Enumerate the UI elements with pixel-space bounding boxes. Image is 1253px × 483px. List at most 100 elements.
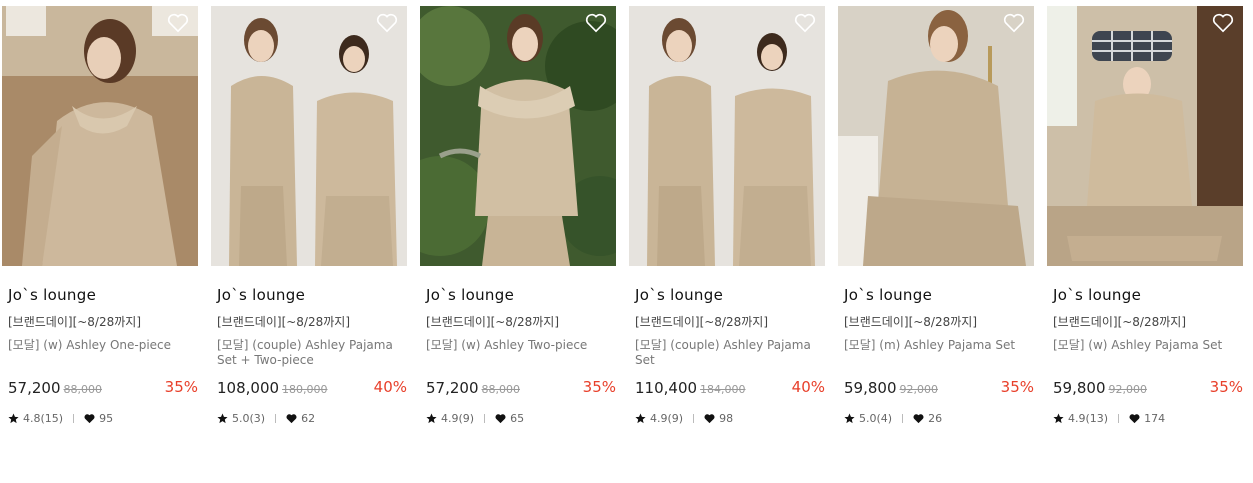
price-row: 57,200 88,000 35% xyxy=(426,378,616,397)
discount-rate: 35% xyxy=(1000,378,1034,396)
product-card[interactable]: Jo`s lounge [브랜드데이][~8/28까지] [모달] (w) As… xyxy=(420,6,616,425)
discount-rate: 35% xyxy=(1209,378,1243,396)
star-icon xyxy=(217,412,228,423)
brand-name[interactable]: Jo`s lounge xyxy=(844,286,1034,304)
original-price: 180,000 xyxy=(282,383,328,396)
promo-tag: [브랜드데이][~8/28까지] xyxy=(1053,315,1187,329)
wishlist-heart-icon[interactable] xyxy=(1003,13,1025,33)
discount-rate: 40% xyxy=(373,378,407,396)
rating-text: 4.9(9) xyxy=(441,411,475,425)
rating-text: 4.8(15) xyxy=(23,411,64,425)
product-photo[interactable] xyxy=(420,6,616,266)
product-grid: Jo`s lounge [브랜드데이][~8/28까지] [모달] (w) As… xyxy=(0,0,1253,483)
product-image[interactable] xyxy=(1047,6,1243,266)
review-meta: 5.0(4) 26 xyxy=(844,411,1034,425)
rating-text: 5.0(3) xyxy=(232,411,266,425)
original-price: 92,000 xyxy=(1108,383,1148,396)
likes-count: 65 xyxy=(510,411,525,425)
brand-name[interactable]: Jo`s lounge xyxy=(426,286,616,304)
heart-icon xyxy=(913,413,924,423)
heart-icon xyxy=(1129,413,1140,423)
rating-text: 4.9(13) xyxy=(1068,411,1109,425)
original-price: 88,000 xyxy=(481,383,521,396)
heart-icon xyxy=(286,413,297,423)
original-price: 184,000 xyxy=(700,383,746,396)
price-row: 110,400 184,000 40% xyxy=(635,378,825,397)
product-card[interactable]: Jo`s lounge [브랜드데이][~8/28까지] [모달] (coupl… xyxy=(629,6,825,425)
review-meta: 4.8(15) 95 xyxy=(8,411,198,425)
divider xyxy=(1118,413,1120,423)
product-card[interactable]: Jo`s lounge [브랜드데이][~8/28까지] [모달] (w) As… xyxy=(1047,6,1243,425)
wishlist-heart-icon[interactable] xyxy=(167,13,189,33)
rating-text: 4.9(9) xyxy=(650,411,684,425)
sale-price: 59,800 xyxy=(844,379,897,397)
discount-rate: 35% xyxy=(164,378,198,396)
product-image[interactable] xyxy=(420,6,616,266)
sale-price: 110,400 xyxy=(635,379,698,397)
product-card[interactable]: Jo`s lounge [브랜드데이][~8/28까지] [모달] (w) As… xyxy=(2,6,198,425)
divider xyxy=(73,413,75,423)
promo-tag: [브랜드데이][~8/28까지] xyxy=(844,315,978,329)
product-photo[interactable] xyxy=(211,6,407,266)
review-meta: 4.9(13) 174 xyxy=(1053,411,1243,425)
discount-rate: 35% xyxy=(582,378,616,396)
product-image[interactable] xyxy=(211,6,407,266)
heart-icon xyxy=(704,413,715,423)
product-name[interactable]: [모달] (w) Ashley One-piece xyxy=(8,338,198,368)
brand-name[interactable]: Jo`s lounge xyxy=(1053,286,1243,304)
likes-count: 26 xyxy=(928,411,943,425)
product-image[interactable] xyxy=(629,6,825,266)
likes-count: 174 xyxy=(1144,411,1166,425)
star-icon xyxy=(1053,412,1064,423)
price-row: 59,800 92,000 35% xyxy=(1053,378,1243,397)
star-icon xyxy=(8,412,19,423)
likes-count: 95 xyxy=(99,411,114,425)
wishlist-heart-icon[interactable] xyxy=(1212,13,1234,33)
product-image[interactable] xyxy=(2,6,198,266)
star-icon xyxy=(844,412,855,423)
promo-tag: [브랜드데이][~8/28까지] xyxy=(635,315,769,329)
star-icon xyxy=(635,412,646,423)
discount-rate: 40% xyxy=(791,378,825,396)
sale-price: 59,800 xyxy=(1053,379,1106,397)
divider xyxy=(693,413,695,423)
divider xyxy=(484,413,486,423)
brand-name[interactable]: Jo`s lounge xyxy=(8,286,198,304)
product-photo[interactable] xyxy=(2,6,198,266)
original-price: 92,000 xyxy=(899,383,939,396)
product-photo[interactable] xyxy=(838,6,1034,266)
product-card[interactable]: Jo`s lounge [브랜드데이][~8/28까지] [모달] (m) As… xyxy=(838,6,1034,425)
product-name[interactable]: [모달] (couple) Ashley Pajama Set + Two-pi… xyxy=(217,338,407,368)
product-image[interactable] xyxy=(838,6,1034,266)
divider xyxy=(275,413,277,423)
promo-tag: [브랜드데이][~8/28까지] xyxy=(217,315,351,329)
likes-count: 98 xyxy=(719,411,734,425)
review-meta: 4.9(9) 98 xyxy=(635,411,825,425)
promo-tag: [브랜드데이][~8/28까지] xyxy=(426,315,560,329)
likes-count: 62 xyxy=(301,411,316,425)
wishlist-heart-icon[interactable] xyxy=(585,13,607,33)
product-photo[interactable] xyxy=(629,6,825,266)
review-meta: 5.0(3) 62 xyxy=(217,411,407,425)
wishlist-heart-icon[interactable] xyxy=(794,13,816,33)
brand-name[interactable]: Jo`s lounge xyxy=(217,286,407,304)
sale-price: 108,000 xyxy=(217,379,280,397)
product-name[interactable]: [모달] (w) Ashley Two-piece xyxy=(426,338,616,368)
brand-name[interactable]: Jo`s lounge xyxy=(635,286,825,304)
star-icon xyxy=(426,412,437,423)
rating-text: 5.0(4) xyxy=(859,411,893,425)
product-card[interactable]: Jo`s lounge [브랜드데이][~8/28까지] [모달] (coupl… xyxy=(211,6,407,425)
divider xyxy=(902,413,904,423)
product-name[interactable]: [모달] (w) Ashley Pajama Set xyxy=(1053,338,1243,368)
price-row: 108,000 180,000 40% xyxy=(217,378,407,397)
review-meta: 4.9(9) 65 xyxy=(426,411,616,425)
price-row: 57,200 88,000 35% xyxy=(8,378,198,397)
original-price: 88,000 xyxy=(63,383,103,396)
product-name[interactable]: [모달] (couple) Ashley Pajama Set xyxy=(635,338,825,368)
wishlist-heart-icon[interactable] xyxy=(376,13,398,33)
heart-icon xyxy=(84,413,95,423)
sale-price: 57,200 xyxy=(8,379,61,397)
heart-icon xyxy=(495,413,506,423)
product-photo[interactable] xyxy=(1047,6,1243,266)
product-name[interactable]: [모달] (m) Ashley Pajama Set xyxy=(844,338,1034,368)
